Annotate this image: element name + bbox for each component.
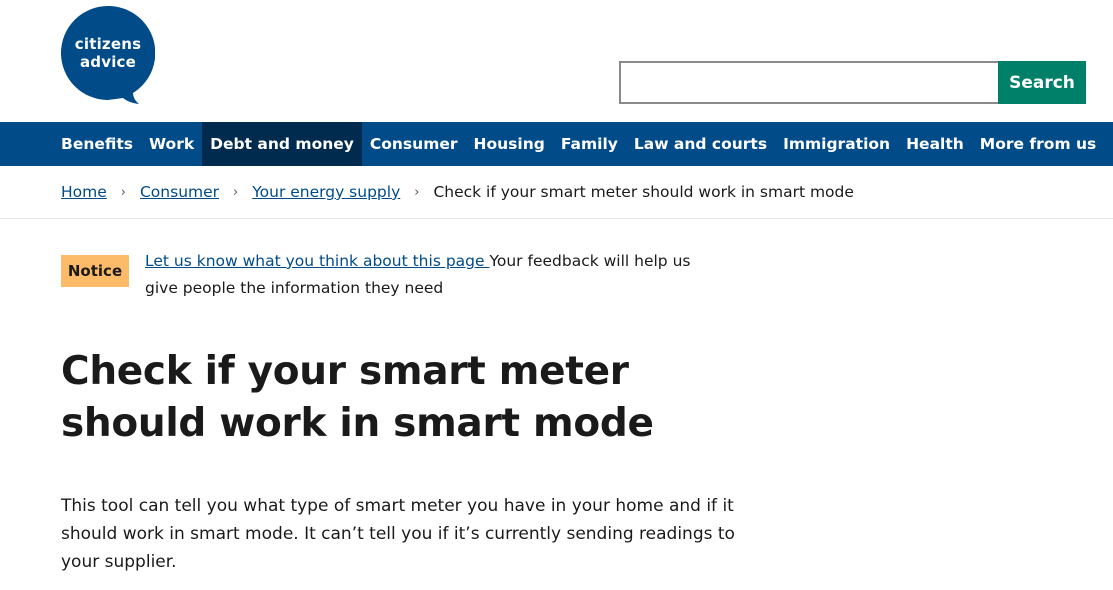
breadcrumb: Home › Consumer › Your energy supply › C… bbox=[61, 181, 854, 203]
breadcrumb-separator: › bbox=[120, 184, 126, 200]
nav-item-more-from-us[interactable]: More from us bbox=[972, 122, 1104, 166]
nav-items: Benefits Work Debt and money Consumer Ho… bbox=[53, 122, 1104, 166]
nav-item-family[interactable]: Family bbox=[553, 122, 626, 166]
nav-item-immigration[interactable]: Immigration bbox=[775, 122, 898, 166]
breadcrumb-separator: › bbox=[233, 184, 239, 200]
nav-item-debt-and-money[interactable]: Debt and money bbox=[202, 122, 362, 166]
breadcrumb-home[interactable]: Home bbox=[61, 183, 107, 201]
breadcrumb-separator: › bbox=[414, 184, 420, 200]
breadcrumb-current: Check if your smart meter should work in… bbox=[433, 183, 854, 201]
nav-item-work[interactable]: Work bbox=[141, 122, 202, 166]
logo-line-2: advice bbox=[79, 53, 137, 71]
nav-item-housing[interactable]: Housing bbox=[466, 122, 553, 166]
notice-message: Let us know what you think about this pa… bbox=[145, 248, 725, 302]
feedback-link[interactable]: Let us know what you think about this pa… bbox=[145, 252, 489, 270]
breadcrumb-your-energy-supply[interactable]: Your energy supply bbox=[252, 183, 400, 201]
nav-item-health[interactable]: Health bbox=[898, 122, 972, 166]
nav-item-law-and-courts[interactable]: Law and courts bbox=[626, 122, 775, 166]
page-title: Check if your smart meter should work in… bbox=[61, 349, 654, 446]
logo-text: citizens advice bbox=[61, 35, 155, 71]
search-button[interactable]: Search bbox=[998, 61, 1086, 104]
notice-badge: Notice bbox=[61, 255, 129, 287]
breadcrumb-consumer[interactable]: Consumer bbox=[140, 183, 219, 201]
site-header: citizens advice Search bbox=[0, 0, 1113, 122]
search-input[interactable] bbox=[619, 61, 1000, 104]
logo-line-1: citizens bbox=[74, 35, 142, 53]
citizens-advice-logo[interactable]: citizens advice bbox=[60, 5, 156, 105]
nav-item-consumer[interactable]: Consumer bbox=[362, 122, 466, 166]
nav-item-benefits[interactable]: Benefits bbox=[53, 122, 141, 166]
intro-paragraph: This tool can tell you what type of smar… bbox=[61, 496, 735, 572]
main-navigation: Benefits Work Debt and money Consumer Ho… bbox=[0, 122, 1113, 166]
breadcrumb-divider bbox=[0, 218, 1113, 219]
